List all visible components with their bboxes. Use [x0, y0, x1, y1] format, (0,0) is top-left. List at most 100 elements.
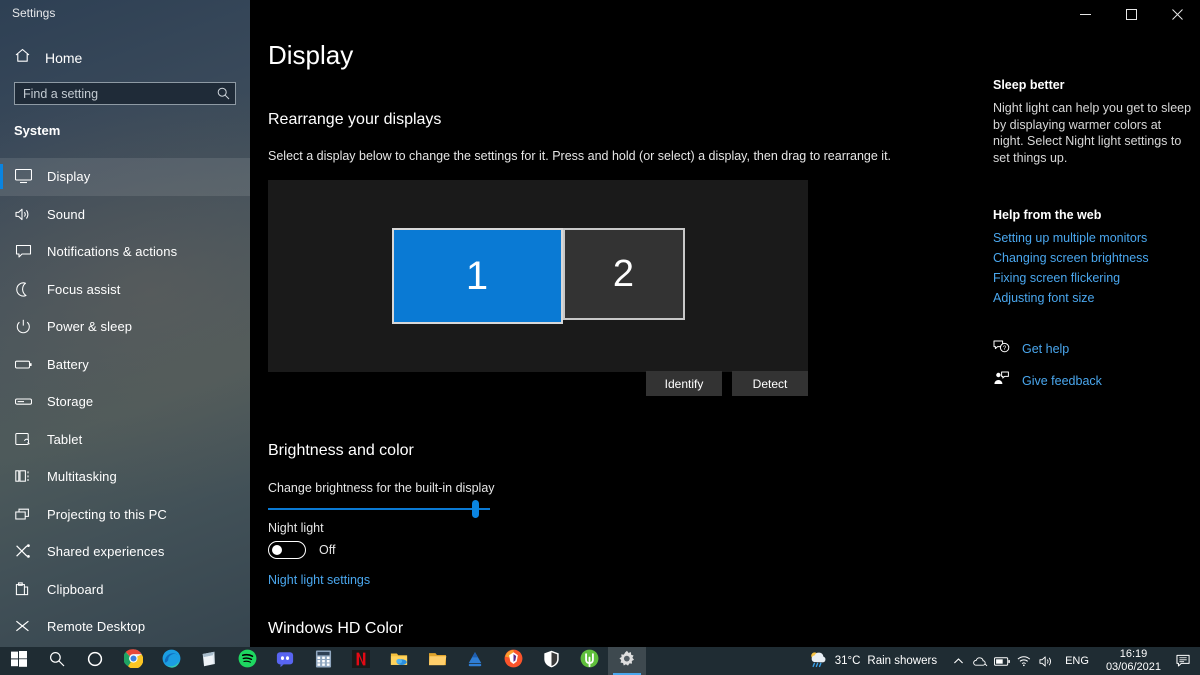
sidebar-item-label: Tablet [47, 431, 83, 447]
network-tray-icon[interactable] [1013, 647, 1035, 675]
sidebar-item-projecting-to-this-pc[interactable]: Projecting to this PC [0, 496, 250, 534]
weather-temperature: 31°C [834, 655, 861, 667]
help-link[interactable]: Setting up multiple monitors [993, 231, 1193, 245]
identify-button[interactable]: Identify [646, 371, 722, 396]
cortana-button[interactable] [76, 647, 114, 675]
night-light-label: Night light [268, 521, 324, 535]
sidebar-item-storage[interactable]: Storage [0, 383, 250, 421]
sidebar-item-label: Remote Desktop [47, 619, 146, 635]
sidebar-item-label: Notifications & actions [47, 244, 178, 260]
drive-app-button[interactable] [456, 647, 494, 675]
start-button[interactable] [0, 647, 38, 675]
calculator-button[interactable] [304, 647, 342, 675]
volume-tray-icon[interactable] [1035, 647, 1057, 675]
night-light-toggle-row: Off [268, 541, 335, 559]
action-center-button[interactable] [1170, 647, 1196, 675]
monitor-1[interactable]: 1 [391, 228, 563, 324]
feedback-person-icon [993, 371, 1010, 391]
give-feedback-label[interactable]: Give feedback [1022, 374, 1102, 388]
store-button[interactable] [190, 647, 228, 675]
sidebar-item-label: Sound [47, 206, 86, 222]
search-icon [49, 651, 65, 672]
spotify-icon [238, 649, 257, 673]
language-indicator[interactable]: ENG [1057, 655, 1097, 667]
monitor-2[interactable]: 2 [562, 228, 685, 320]
sidebar-item-multitasking[interactable]: Multitasking [0, 458, 250, 496]
settings-button[interactable] [608, 647, 646, 675]
sidebar-item-sound[interactable]: Sound [0, 196, 250, 234]
display-action-buttons: Identify Detect [268, 371, 808, 396]
sidebar: Home System Display Sound [0, 0, 250, 647]
search-icon[interactable] [211, 87, 235, 100]
chrome-button[interactable] [114, 647, 152, 675]
rearrange-description: Select a display below to change the set… [268, 149, 892, 163]
hd-color-heading: Windows HD Color [268, 620, 404, 637]
sidebar-item-notifications-actions[interactable]: Notifications & actions [0, 233, 250, 271]
close-button[interactable] [1154, 0, 1200, 28]
main-content: Display Rearrange your displays Select a… [250, 28, 1200, 670]
defender-button[interactable] [532, 647, 570, 675]
weather-widget[interactable]: 31°C Rain showers [802, 650, 947, 673]
search-input[interactable] [15, 83, 211, 104]
sidebar-item-battery[interactable]: Battery [0, 346, 250, 384]
help-link[interactable]: Adjusting font size [993, 291, 1193, 305]
clipboard-icon [14, 582, 32, 597]
taskbar-apps [0, 647, 646, 675]
sidebar-item-display[interactable]: Display [0, 158, 250, 196]
slider-track[interactable] [268, 508, 490, 510]
sidebar-item-power-sleep[interactable]: Power & sleep [0, 308, 250, 346]
sidebar-item-label: Focus assist [47, 281, 121, 297]
chrome-icon [122, 649, 143, 673]
sidebar-item-clipboard[interactable]: Clipboard [0, 571, 250, 609]
get-help-action[interactable]: ? Get help [993, 339, 1193, 359]
detect-button[interactable]: Detect [732, 371, 808, 396]
file-explorer-button[interactable] [418, 647, 456, 675]
slider-thumb[interactable] [472, 500, 479, 518]
edge-button[interactable] [152, 647, 190, 675]
onedrive-tray-icon[interactable] [969, 647, 991, 675]
search-button[interactable] [38, 647, 76, 675]
utorrent-button[interactable] [570, 647, 608, 675]
night-light-toggle[interactable] [268, 541, 306, 559]
netflix-button[interactable] [342, 647, 380, 675]
get-help-label[interactable]: Get help [1022, 342, 1069, 356]
calculator-icon [315, 650, 332, 673]
panel-actions: ? Get help Give feedback [993, 339, 1193, 391]
sidebar-item-remote-desktop[interactable]: Remote Desktop [0, 608, 250, 646]
minimize-button[interactable] [1062, 0, 1108, 28]
clock[interactable]: 16:19 03/06/2021 [1097, 648, 1170, 674]
battery-tray-icon[interactable] [991, 647, 1013, 675]
windows-logo-icon [11, 650, 27, 672]
tablet-icon [14, 432, 32, 447]
sidebar-item-home[interactable]: Home [0, 45, 250, 71]
sidebar-item-label: Multitasking [47, 469, 117, 485]
help-links-list: Setting up multiple monitors Changing sc… [993, 231, 1193, 305]
brightness-slider[interactable] [268, 500, 490, 518]
rain-cloud-icon [808, 650, 828, 673]
monitor-number: 2 [612, 252, 635, 295]
sidebar-item-focus-assist[interactable]: Focus assist [0, 271, 250, 309]
onedrive-folder-button[interactable] [380, 647, 418, 675]
help-link[interactable]: Changing screen brightness [993, 251, 1193, 265]
window-title: Settings [12, 6, 56, 20]
clock-date: 03/06/2021 [1105, 661, 1161, 673]
help-link[interactable]: Fixing screen flickering [993, 271, 1193, 285]
clock-time: 16:19 [1119, 648, 1148, 660]
projecting-icon [14, 507, 32, 522]
search-box[interactable] [14, 82, 236, 105]
give-feedback-action[interactable]: Give feedback [993, 371, 1193, 391]
power-icon [14, 319, 32, 334]
sidebar-item-tablet[interactable]: Tablet [0, 421, 250, 459]
discord-icon [276, 650, 294, 673]
night-light-settings-link[interactable]: Night light settings [268, 573, 370, 587]
sidebar-item-label: Shared experiences [47, 544, 165, 560]
maximize-button[interactable] [1108, 0, 1154, 28]
right-info-panel: Sleep better Night light can help you ge… [993, 78, 1193, 391]
sidebar-item-shared-experiences[interactable]: Shared experiences [0, 533, 250, 571]
brave-button[interactable] [494, 647, 532, 675]
show-hidden-icons-button[interactable] [947, 647, 969, 675]
toggle-knob [272, 545, 282, 555]
spotify-button[interactable] [228, 647, 266, 675]
discord-button[interactable] [266, 647, 304, 675]
tip-title: Sleep better [993, 78, 1065, 92]
